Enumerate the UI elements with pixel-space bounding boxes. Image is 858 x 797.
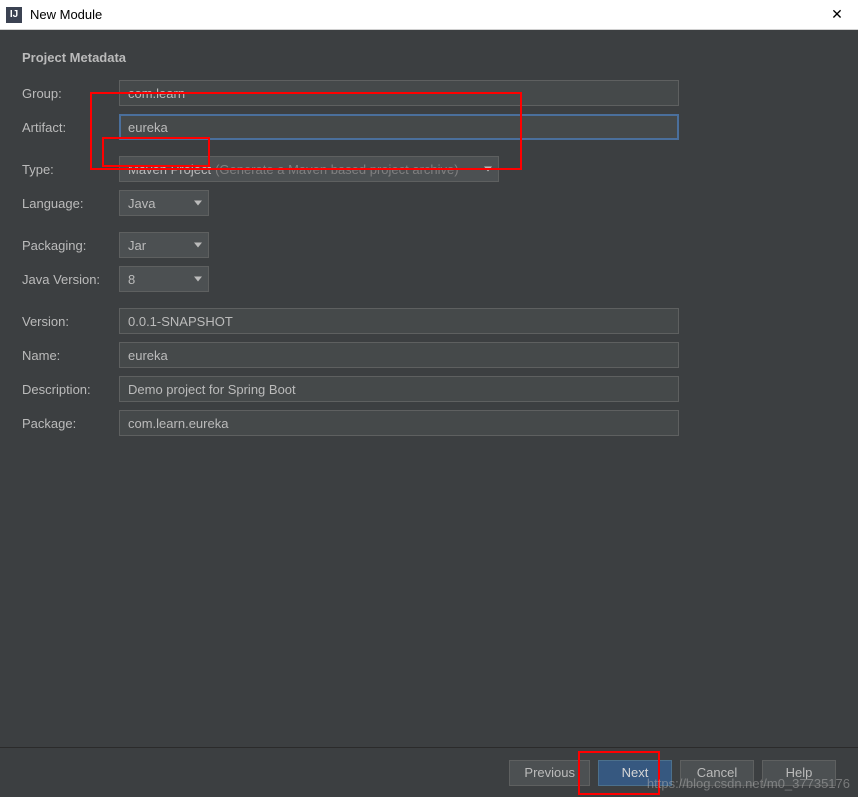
description-input[interactable] — [119, 376, 679, 402]
language-select[interactable]: Java — [119, 190, 209, 216]
label-name: Name: — [22, 348, 119, 363]
help-button[interactable]: Help — [762, 760, 836, 786]
button-bar: Previous Next Cancel Help https://blog.c… — [0, 747, 858, 797]
type-select[interactable]: Maven Project (Generate a Maven based pr… — [119, 156, 499, 182]
page-title: Project Metadata — [22, 50, 836, 65]
chevron-down-icon — [484, 167, 492, 172]
dialog-body: Project Metadata Group: Artifact: Type: … — [0, 30, 858, 747]
label-type: Type: — [22, 162, 119, 177]
chevron-down-icon — [194, 277, 202, 282]
packaging-select[interactable]: Jar — [119, 232, 209, 258]
java-version-select-value: 8 — [128, 272, 135, 287]
group-input[interactable] — [119, 80, 679, 106]
label-artifact: Artifact: — [22, 120, 119, 135]
label-group: Group: — [22, 86, 119, 101]
chevron-down-icon — [194, 243, 202, 248]
section-identity: Group: Artifact: — [22, 79, 836, 141]
artifact-input[interactable] — [119, 114, 679, 140]
label-packaging: Packaging: — [22, 238, 119, 253]
section-meta: Version: Name: Description: Package: — [22, 307, 836, 437]
label-version: Version: — [22, 314, 119, 329]
package-input[interactable] — [119, 410, 679, 436]
packaging-select-value: Jar — [128, 238, 146, 253]
window-title: New Module — [30, 7, 822, 22]
app-icon: IJ — [6, 7, 22, 23]
cancel-button[interactable]: Cancel — [680, 760, 754, 786]
label-description: Description: — [22, 382, 119, 397]
close-icon[interactable]: ✕ — [822, 6, 852, 23]
section-runtime: Packaging: Jar Java Version: 8 — [22, 231, 836, 293]
label-language: Language: — [22, 196, 119, 211]
label-java-version: Java Version: — [22, 272, 119, 287]
label-package: Package: — [22, 416, 119, 431]
type-select-hint: (Generate a Maven based project archive) — [215, 162, 459, 177]
next-button[interactable]: Next — [598, 760, 672, 786]
previous-button[interactable]: Previous — [509, 760, 590, 786]
name-input[interactable] — [119, 342, 679, 368]
section-build: Type: Maven Project (Generate a Maven ba… — [22, 155, 836, 217]
titlebar: IJ New Module ✕ — [0, 0, 858, 30]
java-version-select[interactable]: 8 — [119, 266, 209, 292]
type-select-value: Maven Project — [128, 162, 211, 177]
chevron-down-icon — [194, 201, 202, 206]
version-input[interactable] — [119, 308, 679, 334]
language-select-value: Java — [128, 196, 155, 211]
